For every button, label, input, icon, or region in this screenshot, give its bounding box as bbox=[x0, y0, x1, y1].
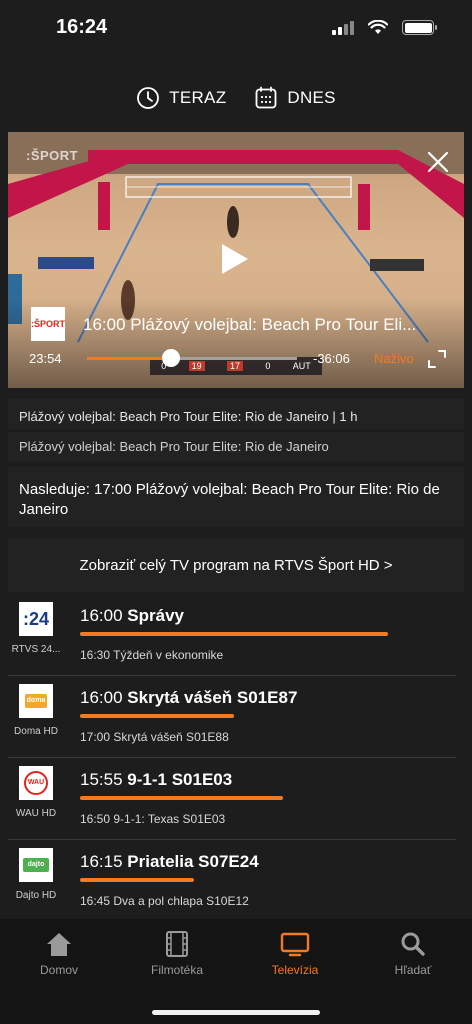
program-info: Plážový volejbal: Beach Pro Tour Elite: … bbox=[8, 399, 464, 429]
time-remaining: -36:06 bbox=[313, 351, 350, 366]
film-icon bbox=[166, 931, 188, 957]
calendar-icon bbox=[255, 86, 277, 109]
status-icons bbox=[332, 20, 437, 35]
signal-icon bbox=[332, 20, 354, 35]
channel-name: WAU HD bbox=[15, 808, 57, 819]
clock-icon bbox=[137, 87, 160, 109]
program-title: 16:00 Plážový volejbal: Beach Pro Tour E… bbox=[83, 315, 417, 334]
now-playing: 16:00 Správy bbox=[80, 606, 184, 625]
next-up: 16:45 Dva a pol chlapa S10E12 bbox=[80, 894, 249, 908]
next-up: 16:30 Týždeň v ekonomike bbox=[80, 648, 224, 662]
wifi-icon bbox=[368, 20, 388, 34]
today-button[interactable]: DNES bbox=[254, 86, 336, 110]
time-elapsed: 23:54 bbox=[29, 351, 62, 366]
channel-row[interactable]: dajto Dajto HD 16:15 Priatelia S07E24 16… bbox=[8, 840, 456, 922]
video-player[interactable]: :ŠPORT 0 19 17 0 AUT :ŠPORT 16:00 Plážov… bbox=[8, 132, 464, 388]
tab-films[interactable]: Filmotéka bbox=[118, 931, 236, 977]
channel-name: Doma HD bbox=[14, 726, 58, 737]
tab-home[interactable]: Domov bbox=[0, 931, 118, 977]
fullscreen-icon[interactable] bbox=[428, 350, 446, 368]
channel-watermark: :ŠPORT bbox=[26, 148, 79, 163]
next-up: 17:00 Skrytá vášeň S01E88 bbox=[80, 730, 229, 744]
live-button[interactable]: Naživo bbox=[374, 351, 414, 366]
close-icon[interactable] bbox=[426, 150, 450, 174]
next-program: Nasleduje: 17:00 Plážový volejbal: Beach… bbox=[8, 467, 464, 527]
status-time: 16:24 bbox=[56, 16, 108, 38]
tab-bar: Domov Filmotéka Televízia Hľadať bbox=[0, 919, 472, 1024]
channel-logo: doma bbox=[19, 684, 53, 718]
tab-search[interactable]: Hľadať bbox=[354, 931, 472, 977]
program-progress bbox=[80, 714, 388, 718]
next-up: 16:50 9-1-1: Texas S01E03 bbox=[80, 812, 226, 826]
channel-logo: :ŠPORT bbox=[31, 307, 65, 341]
program-progress bbox=[80, 796, 388, 800]
tv-icon bbox=[280, 932, 310, 957]
now-label: TERAZ bbox=[169, 88, 227, 107]
now-button[interactable]: TERAZ bbox=[136, 86, 226, 110]
home-icon bbox=[47, 933, 71, 956]
channel-logo: :24 bbox=[19, 602, 53, 636]
top-nav: TERAZ DNES bbox=[0, 86, 472, 110]
now-playing: 15:55 9-1-1 S01E03 bbox=[80, 770, 233, 789]
now-playing: 16:00 Skrytá vášeň S01E87 bbox=[80, 688, 298, 707]
now-playing: 16:15 Priatelia S07E24 bbox=[80, 852, 259, 871]
channel-name: Dajto HD bbox=[15, 890, 57, 901]
status-bar: 16:24 bbox=[0, 0, 472, 58]
tab-label: Televízia bbox=[271, 963, 319, 977]
channel-row[interactable]: doma Doma HD 16:00 Skrytá vášeň S01E87 1… bbox=[8, 676, 456, 758]
program-description: Plážový volejbal: Beach Pro Tour Elite: … bbox=[8, 432, 464, 462]
search-icon bbox=[401, 932, 425, 956]
play-icon[interactable] bbox=[220, 242, 250, 276]
tab-label: Filmotéka bbox=[150, 963, 203, 977]
channel-logo: dajto bbox=[19, 848, 53, 882]
channel-list: :24 RTVS 24... 16:00 Správy 16:30 Týždeň… bbox=[0, 594, 472, 922]
channel-row[interactable]: WAU WAU HD 15:55 9-1-1 S01E03 16:50 9-1-… bbox=[8, 758, 456, 840]
program-progress bbox=[80, 878, 388, 882]
channel-logo: WAU bbox=[19, 766, 53, 800]
program-progress bbox=[80, 632, 388, 636]
today-label: DNES bbox=[287, 88, 336, 107]
tab-label: Domov bbox=[39, 963, 78, 977]
tab-television[interactable]: Televízia bbox=[236, 931, 354, 977]
channel-row[interactable]: :24 RTVS 24... 16:00 Správy 16:30 Týždeň… bbox=[8, 594, 456, 676]
battery-icon bbox=[402, 20, 437, 35]
channel-name: RTVS 24... bbox=[11, 644, 61, 655]
playback-progress[interactable] bbox=[87, 349, 297, 367]
tab-label: Hľadať bbox=[394, 963, 432, 977]
full-program-link[interactable]: Zobraziť celý TV program na RTVS Šport H… bbox=[8, 538, 464, 592]
home-indicator bbox=[152, 1010, 320, 1015]
progress-thumb[interactable] bbox=[162, 349, 180, 367]
